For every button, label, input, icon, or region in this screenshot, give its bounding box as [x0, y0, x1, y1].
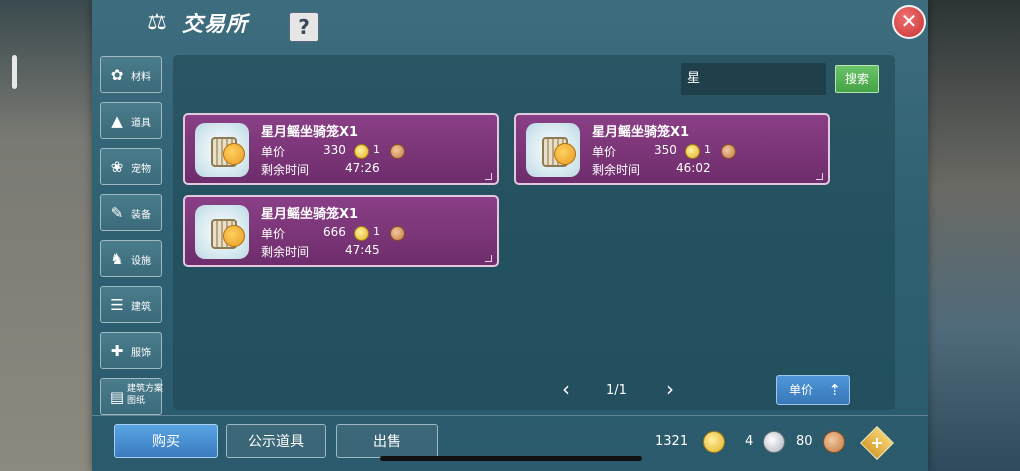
sidebar-item-blueprint[interactable]: ▤ 建筑方案图纸: [100, 378, 164, 415]
sidebar-item-label: 建筑: [131, 302, 151, 313]
sidebar-item-label: 服饰: [131, 348, 151, 359]
search-input[interactable]: 星: [681, 63, 826, 95]
price-label: 单价: [592, 145, 617, 159]
bronze-coin-icon: [390, 226, 405, 241]
add-currency-button[interactable]: +: [860, 426, 894, 460]
gold-coin-icon: [703, 431, 725, 453]
unit-price: 350: [654, 143, 677, 157]
unit-price: 330: [323, 143, 346, 157]
sort-by-price-button[interactable]: 单价 ⇡: [776, 375, 850, 405]
bronze-coin-icon: [823, 431, 845, 453]
price-label: 单价: [261, 227, 286, 241]
sidebar-item-label: 设施: [131, 256, 151, 267]
sidebar-item-materials[interactable]: ✿ 材料: [100, 56, 162, 93]
bronze-amount: 1: [373, 225, 380, 238]
silver-balance: 4: [745, 434, 754, 449]
sidebar-item-label: 宠物: [131, 164, 151, 175]
side-handle[interactable]: [12, 55, 17, 89]
bronze-amount: 1: [373, 143, 380, 156]
listing-card[interactable]: 星月鳐坐骑笼X1 单价 350 1 剩余时间 46:02: [514, 113, 830, 185]
gold-coin-icon: [354, 144, 369, 159]
background-right: [924, 0, 1020, 471]
sort-arrow-icon: ⇡: [828, 381, 841, 399]
materials-icon: ✿: [110, 66, 124, 84]
sidebar-item-clothing[interactable]: ✚ 服饰: [100, 332, 162, 369]
mount-cage-icon: [526, 123, 580, 177]
mount-cage-icon: [195, 205, 249, 259]
listing-card[interactable]: 星月鳐坐骑笼X1 单价 666 1 剩余时间 47:45: [183, 195, 499, 267]
listing-area: 星 搜索 星月鳐坐骑笼X1 单价 330 1 剩余时间 47:26 星月鳐坐骑笼…: [173, 55, 895, 410]
blueprint-icon: ▤: [109, 388, 125, 406]
paw-icon: ❀: [110, 158, 124, 176]
page-indicator: 1/1: [606, 383, 627, 398]
equipment-icon: ✎: [110, 204, 124, 222]
silver-coin-icon: [763, 431, 785, 453]
gold-balance: 1321: [655, 434, 689, 449]
title-bar: ⚖ 交易所 ? ✕: [92, 0, 928, 48]
orb-icon: [223, 225, 245, 247]
divider: [92, 415, 928, 416]
bronze-balance: 80: [796, 434, 813, 449]
item-name: 星月鳐坐骑笼X1: [261, 125, 359, 140]
search-button[interactable]: 搜索: [835, 65, 879, 93]
scales-icon: ⚖: [147, 10, 167, 35]
sidebar-item-label: 装备: [131, 210, 151, 221]
page-title: 交易所: [182, 12, 248, 36]
mount-cage-icon: [195, 123, 249, 177]
close-button[interactable]: ✕: [892, 5, 926, 39]
clothing-icon: ✚: [110, 342, 124, 360]
tab-sell[interactable]: 出售: [336, 424, 438, 458]
sidebar-item-label: 建筑方案图纸: [127, 384, 164, 406]
time-label: 剩余时间: [592, 163, 641, 177]
sidebar-item-pets[interactable]: ❀ 宠物: [100, 148, 162, 185]
building-icon: ☰: [110, 296, 124, 314]
help-button[interactable]: ?: [289, 12, 319, 42]
bronze-coin-icon: [721, 144, 736, 159]
time-label: 剩余时间: [261, 245, 310, 259]
corner-mark: [816, 173, 823, 180]
sidebar-item-equipment[interactable]: ✎ 装备: [100, 194, 162, 231]
tab-public-items[interactable]: 公示道具: [226, 424, 326, 458]
category-sidebar: ✿ 材料 ▲ 道具 ❀ 宠物 ✎ 装备 ♞ 设施 ☰ 建筑 ✚ 服饰 ▤ 建筑方: [100, 56, 164, 424]
time-left: 46:02: [676, 161, 711, 175]
next-page-button[interactable]: ›: [662, 377, 678, 401]
sidebar-item-label: 道具: [131, 118, 151, 129]
sidebar-item-label: 材料: [131, 72, 151, 83]
item-name: 星月鳐坐骑笼X1: [592, 125, 690, 140]
corner-mark: [485, 255, 492, 262]
sidebar-item-items[interactable]: ▲ 道具: [100, 102, 162, 139]
corner-mark: [485, 173, 492, 180]
home-indicator[interactable]: [380, 456, 642, 461]
orb-icon: [223, 143, 245, 165]
items-icon: ▲: [111, 112, 123, 130]
gold-coin-icon: [685, 144, 700, 159]
time-left: 47:26: [345, 161, 380, 175]
prev-page-button[interactable]: ‹: [558, 377, 574, 401]
facility-icon: ♞: [110, 250, 124, 268]
sort-label: 单价: [789, 383, 814, 397]
background-left: [0, 0, 92, 471]
bronze-coin-icon: [390, 144, 405, 159]
sidebar-item-facility[interactable]: ♞ 设施: [100, 240, 162, 277]
listing-card[interactable]: 星月鳐坐骑笼X1 单价 330 1 剩余时间 47:26: [183, 113, 499, 185]
exchange-panel: ⚖ 交易所 ? ✕ ✿ 材料 ▲ 道具 ❀ 宠物 ✎ 装备 ♞ 设施 ☰ 建筑: [92, 0, 928, 471]
time-left: 47:45: [345, 243, 380, 257]
unit-price: 666: [323, 225, 346, 239]
sidebar-item-building[interactable]: ☰ 建筑: [100, 286, 162, 323]
plus-icon: +: [870, 433, 884, 452]
bronze-amount: 1: [704, 143, 711, 156]
tab-buy[interactable]: 购买: [114, 424, 218, 458]
price-label: 单价: [261, 145, 286, 159]
orb-icon: [554, 143, 576, 165]
item-name: 星月鳐坐骑笼X1: [261, 207, 359, 222]
gold-coin-icon: [354, 226, 369, 241]
time-label: 剩余时间: [261, 163, 310, 177]
